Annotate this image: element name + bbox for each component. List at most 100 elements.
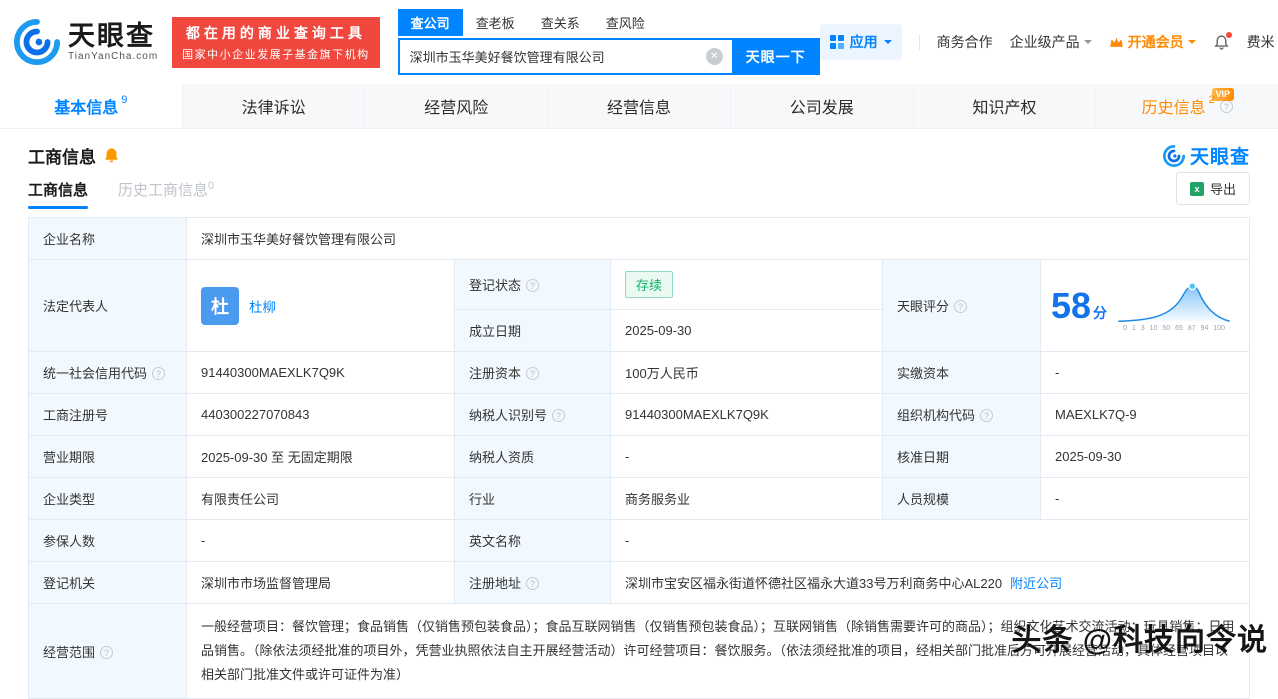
apps-menu-label: 应用 xyxy=(849,34,878,50)
field-label-reg-capital: 注册资本 xyxy=(454,351,611,394)
table-row: 统一社会信用代码 91440300MAEXLK7Q9K 注册资本 100万人民币… xyxy=(28,351,1250,394)
apps-menu[interactable]: 应用 xyxy=(819,24,902,60)
user-menu[interactable]: 费米 xyxy=(1247,32,1278,52)
vip-badge: VIP xyxy=(1211,88,1235,101)
nav-enterprise-label: 企业级产品 xyxy=(1009,34,1080,50)
table-row: 企业类型 有限责任公司 行业 商务服务业 人员规模 - xyxy=(28,477,1250,520)
subtab-label: 历史工商信息 xyxy=(118,182,209,199)
field-label-text: 注册资本 xyxy=(469,366,522,381)
field-label-business-scope: 经营范围 xyxy=(28,602,187,699)
score-value[interactable]: 58 分 xyxy=(1051,284,1107,326)
field-label-establish-date: 成立日期 xyxy=(454,309,611,352)
watermark-brand-name: 天眼查 xyxy=(1189,147,1250,168)
info-icon[interactable] xyxy=(526,577,540,590)
search-input[interactable] xyxy=(397,38,732,75)
tianyancha-watermark: 天眼查 xyxy=(1162,142,1250,169)
info-icon[interactable] xyxy=(954,300,968,313)
field-label-text: 天眼评分 xyxy=(897,299,950,314)
chevron-down-icon xyxy=(1187,40,1196,48)
notifications-bell[interactable] xyxy=(1213,31,1232,51)
score-number: 58 xyxy=(1051,284,1092,326)
tab-count-badge: 9 xyxy=(121,94,128,106)
nav-vip-label: 开通会员 xyxy=(1127,34,1184,50)
subtab-history-business-info[interactable]: 历史工商信息0 xyxy=(118,179,214,209)
info-icon[interactable] xyxy=(980,409,994,422)
field-label-company-name: 企业名称 xyxy=(28,217,187,260)
field-label-industry: 行业 xyxy=(454,477,611,520)
field-label-company-type: 企业类型 xyxy=(28,477,187,520)
search-tab-company[interactable]: 查公司 xyxy=(397,9,463,36)
table-row: 工商注册号 440300227070843 纳税人识别号 91440300MAE… xyxy=(28,393,1250,436)
subtab-count: 0 xyxy=(208,180,215,192)
slogan-line1: 都在用的商业查询工具 xyxy=(185,24,366,41)
export-button[interactable]: 导出 xyxy=(1175,172,1250,205)
tab-legal-litigation[interactable]: 法律诉讼 xyxy=(183,84,366,128)
search-button[interactable]: 天眼一下 xyxy=(731,38,820,75)
nav-business-cooperation[interactable]: 商务合作 xyxy=(937,32,993,52)
tab-operation-info[interactable]: 经营信息 xyxy=(548,84,731,128)
nav-enterprise-products[interactable]: 企业级产品 xyxy=(1010,32,1092,52)
tab-basic-info[interactable]: 基本信息 9 xyxy=(0,84,183,128)
search-tab-risk[interactable]: 查风险 xyxy=(593,9,658,36)
search-tab-relation[interactable]: 查关系 xyxy=(528,9,593,36)
score-distribution-chart: 0 1 3 10 50 65 87 94 100 xyxy=(1115,279,1233,332)
crown-icon xyxy=(1109,37,1123,47)
reg-status-cell: 存续 xyxy=(610,259,883,310)
slogan-banner: 都在用的商业查询工具 国家中小企业发展子基金旗下机构 xyxy=(172,16,380,68)
info-icon[interactable] xyxy=(152,367,166,380)
info-icon[interactable] xyxy=(100,645,114,659)
field-label-text: 组织机构代码 xyxy=(897,408,976,423)
table-row: 法定代表人 杜 杜柳 登记状态 存续 天眼评分 58分 xyxy=(28,259,1250,352)
score-cell: 58 分 0 1 3 10 50 65 87 94 100 xyxy=(1040,259,1250,352)
chevron-down-icon xyxy=(883,40,892,48)
org-code-value: MAEXLK7Q-9 xyxy=(1040,393,1250,436)
tianyancha-logo-icon xyxy=(1162,144,1185,167)
info-icon[interactable] xyxy=(526,279,540,292)
subscribe-bell-icon[interactable] xyxy=(103,147,120,164)
field-label-legal-rep: 法定代表人 xyxy=(28,259,187,352)
tab-label: 公司发展 xyxy=(789,100,854,117)
logo-name: 天眼查 xyxy=(68,21,155,52)
tab-operation-risk[interactable]: 经营风险 xyxy=(365,84,549,128)
field-label-text: 经营范围 xyxy=(43,644,96,660)
tab-history-info[interactable]: VIP 历史信息 2 xyxy=(1096,84,1278,128)
legal-rep-name-link[interactable]: 杜柳 xyxy=(249,296,276,316)
paid-capital-value: - xyxy=(1040,351,1250,394)
tab-intellectual-property[interactable]: 知识产权 xyxy=(914,84,1097,128)
search-area: 查公司 查老板 查关系 查风险 天眼一下 xyxy=(397,9,820,75)
field-label-taxpayer-quality: 纳税人资质 xyxy=(454,435,611,478)
logo-text: 天眼查 TianYanCha.com xyxy=(68,21,158,62)
field-label-text: 登记状态 xyxy=(469,278,522,293)
english-name-value: - xyxy=(610,519,1250,562)
legal-rep-avatar[interactable]: 杜 xyxy=(201,286,239,325)
export-label: 导出 xyxy=(1209,182,1236,197)
clear-search-icon[interactable] xyxy=(705,48,723,65)
score-marker-dot xyxy=(1188,282,1197,291)
tab-label: 法律诉讼 xyxy=(241,100,306,117)
info-icon[interactable] xyxy=(1219,99,1233,113)
search-tab-boss[interactable]: 查老板 xyxy=(463,9,528,36)
field-label-paid-capital: 实缴资本 xyxy=(882,351,1041,394)
subtab-business-info[interactable]: 工商信息 xyxy=(28,179,89,209)
table-row: 参保人数 - 英文名称 - xyxy=(28,519,1250,562)
reg-address-value: 深圳市宝安区福永街道怀德社区福永大道33号万利商务中心AL220 xyxy=(625,576,1003,591)
nav-open-vip[interactable]: 开通会员 xyxy=(1109,32,1196,52)
field-label-text: 统一社会信用代码 xyxy=(43,366,148,381)
field-label-approval-date: 核准日期 xyxy=(882,435,1041,478)
field-label-taxpayer-id: 纳税人识别号 xyxy=(454,393,611,436)
taxpayer-quality-value: - xyxy=(610,435,883,478)
tianyancha-logo[interactable]: 天眼查 TianYanCha.com xyxy=(14,19,158,65)
reg-authority-value: 深圳市市场监督管理局 xyxy=(186,561,455,604)
tab-label: 基本信息 xyxy=(54,100,119,117)
section-header: 工商信息 天眼查 xyxy=(0,129,1278,171)
score-axis-ticks: 0 1 3 10 50 65 87 94 100 xyxy=(1123,325,1225,332)
nearby-companies-link[interactable]: 附近公司 xyxy=(1010,576,1062,591)
field-label-credit-code: 统一社会信用代码 xyxy=(28,351,187,394)
taxpayer-id-value: 91440300MAEXLK7Q9K xyxy=(610,393,883,436)
excel-icon xyxy=(1189,181,1204,196)
field-label-insured-count: 参保人数 xyxy=(28,519,187,562)
table-row: 营业期限 2025-09-30 至 无固定期限 纳税人资质 - 核准日期 202… xyxy=(28,435,1250,478)
info-icon[interactable] xyxy=(526,367,540,380)
tab-company-development[interactable]: 公司发展 xyxy=(731,84,914,128)
info-icon[interactable] xyxy=(552,409,566,422)
